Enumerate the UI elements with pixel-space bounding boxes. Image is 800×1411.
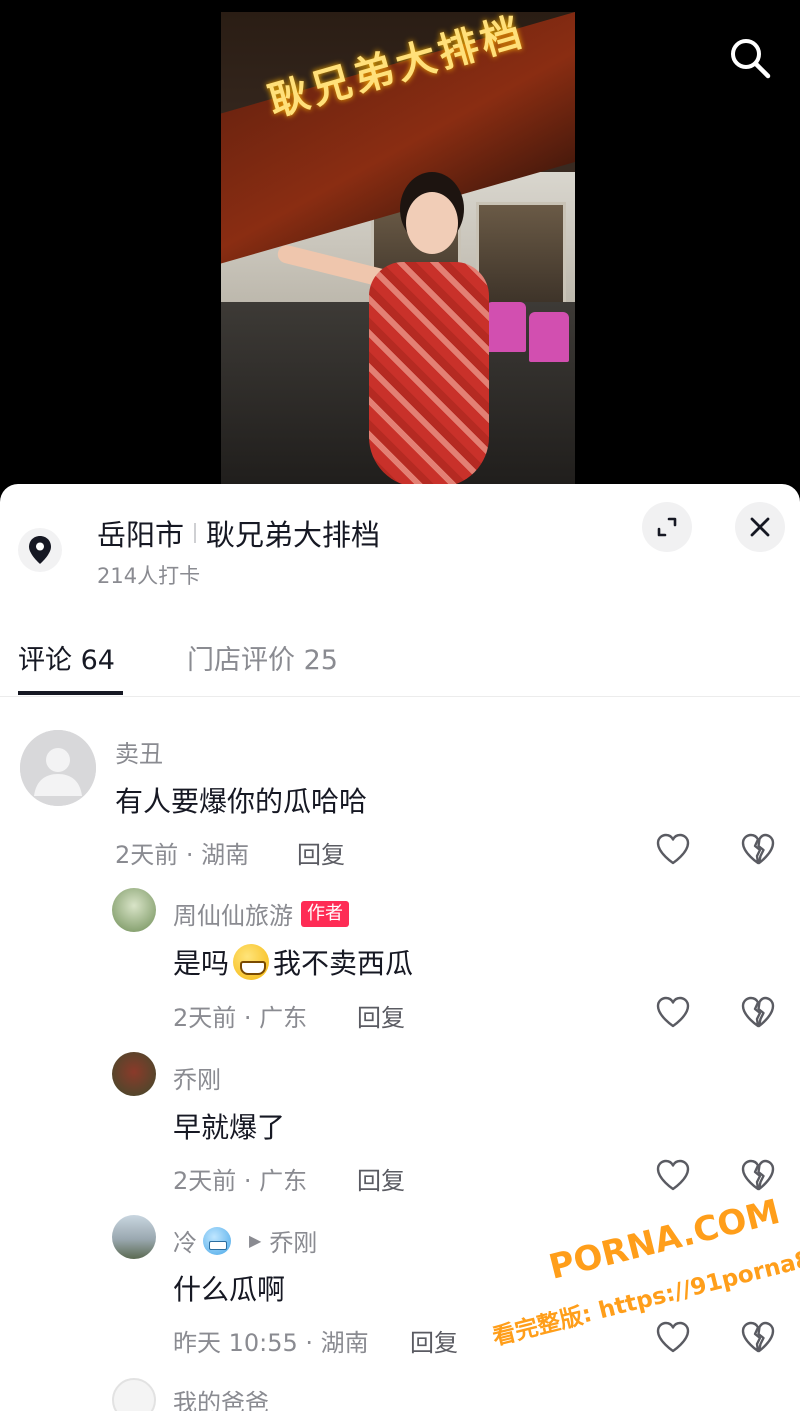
comment-meta: 2天前 · 广东 — [173, 1004, 308, 1032]
dislike-button[interactable] — [738, 829, 778, 869]
comment-username[interactable]: 乔刚 — [173, 1060, 221, 1095]
tab-store-reviews[interactable]: 门店评价 25 — [187, 638, 338, 677]
title-separator — [194, 523, 197, 543]
avatar[interactable] — [112, 1052, 156, 1096]
comment-text: 是吗 我不卖西瓜 — [173, 942, 413, 982]
location-city: 岳阳市 — [97, 518, 185, 552]
comment-text-part: 我不卖西瓜 — [273, 947, 414, 980]
heart-icon — [656, 833, 690, 865]
dislike-button[interactable] — [738, 1317, 778, 1357]
comment-meta: 2天前 · 广东 — [173, 1167, 308, 1195]
avatar[interactable] — [112, 888, 156, 932]
avatar[interactable] — [112, 1215, 156, 1259]
person-head — [406, 192, 458, 254]
comment-meta: 昨天 10:55 · 湖南 — [173, 1329, 369, 1357]
location-title[interactable]: 岳阳市 耿兄弟大排档 — [97, 512, 380, 554]
tab-comments[interactable]: 评论 64 — [18, 638, 115, 677]
broken-heart-icon — [741, 833, 775, 865]
location-pin-icon — [29, 536, 51, 564]
broken-heart-icon — [741, 1159, 775, 1191]
cold-face-emoji-icon — [203, 1226, 231, 1255]
avatar[interactable] — [20, 730, 96, 806]
grinning-emoji-icon — [233, 944, 270, 980]
dislike-button[interactable] — [738, 992, 778, 1032]
person-dress — [369, 262, 489, 487]
search-button[interactable] — [722, 30, 778, 86]
default-avatar-icon — [20, 730, 96, 806]
location-pin[interactable] — [18, 528, 62, 572]
comment-text: 有人要爆你的瓜哈哈 — [115, 785, 368, 818]
tab-divider — [0, 696, 800, 697]
reply-to-username[interactable]: 乔刚 — [269, 1223, 317, 1258]
reply-button[interactable]: 回复 — [357, 1161, 405, 1196]
shop-window — [476, 202, 566, 312]
reply-button[interactable]: 回复 — [357, 998, 405, 1033]
store-name: 耿兄弟大排档 — [206, 518, 381, 552]
comment-username[interactable]: 卖丑 — [115, 734, 163, 769]
comment-text: 什么瓜啊 — [173, 1273, 286, 1306]
close-icon — [750, 517, 770, 537]
heart-icon — [656, 1159, 690, 1191]
comment-text: 早就爆了 — [173, 1111, 286, 1144]
comment-username[interactable]: 我的爸爸 — [173, 1383, 269, 1411]
comment-username[interactable]: 周仙仙旅游 作者 — [173, 896, 349, 931]
checkin-count: 214人打卡 — [97, 564, 201, 588]
reply-button[interactable]: 回复 — [410, 1323, 458, 1358]
comment-meta: 2天前 · 湖南 — [115, 841, 250, 869]
like-button[interactable] — [653, 1155, 693, 1195]
expand-icon — [657, 517, 677, 537]
author-badge: 作者 — [301, 900, 349, 927]
reply-arrow-icon: ▶ — [249, 1231, 262, 1250]
broken-heart-icon — [741, 996, 775, 1028]
chair-illustration — [486, 302, 526, 352]
broken-heart-icon — [741, 1321, 775, 1353]
comment-text-part: 是吗 — [173, 947, 230, 980]
close-button[interactable] — [735, 502, 785, 552]
like-button[interactable] — [653, 829, 693, 869]
heart-icon — [656, 996, 690, 1028]
like-button[interactable] — [653, 992, 693, 1032]
video-frame[interactable]: 耿兄弟大排档 — [221, 12, 575, 490]
heart-icon — [656, 1321, 690, 1353]
search-icon — [731, 39, 771, 79]
dislike-button[interactable] — [738, 1155, 778, 1195]
active-tab-indicator — [18, 691, 123, 695]
comment-username-text: 冷 — [173, 1229, 197, 1257]
comment-username[interactable]: 冷 ▶ 乔刚 — [173, 1223, 317, 1258]
chair-illustration — [529, 312, 569, 362]
like-button[interactable] — [653, 1317, 693, 1357]
video-player[interactable]: 耿兄弟大排档 — [0, 0, 800, 500]
reply-button[interactable]: 回复 — [297, 835, 345, 870]
comment-username-text: 周仙仙旅游 — [173, 902, 293, 930]
expand-button[interactable] — [642, 502, 692, 552]
